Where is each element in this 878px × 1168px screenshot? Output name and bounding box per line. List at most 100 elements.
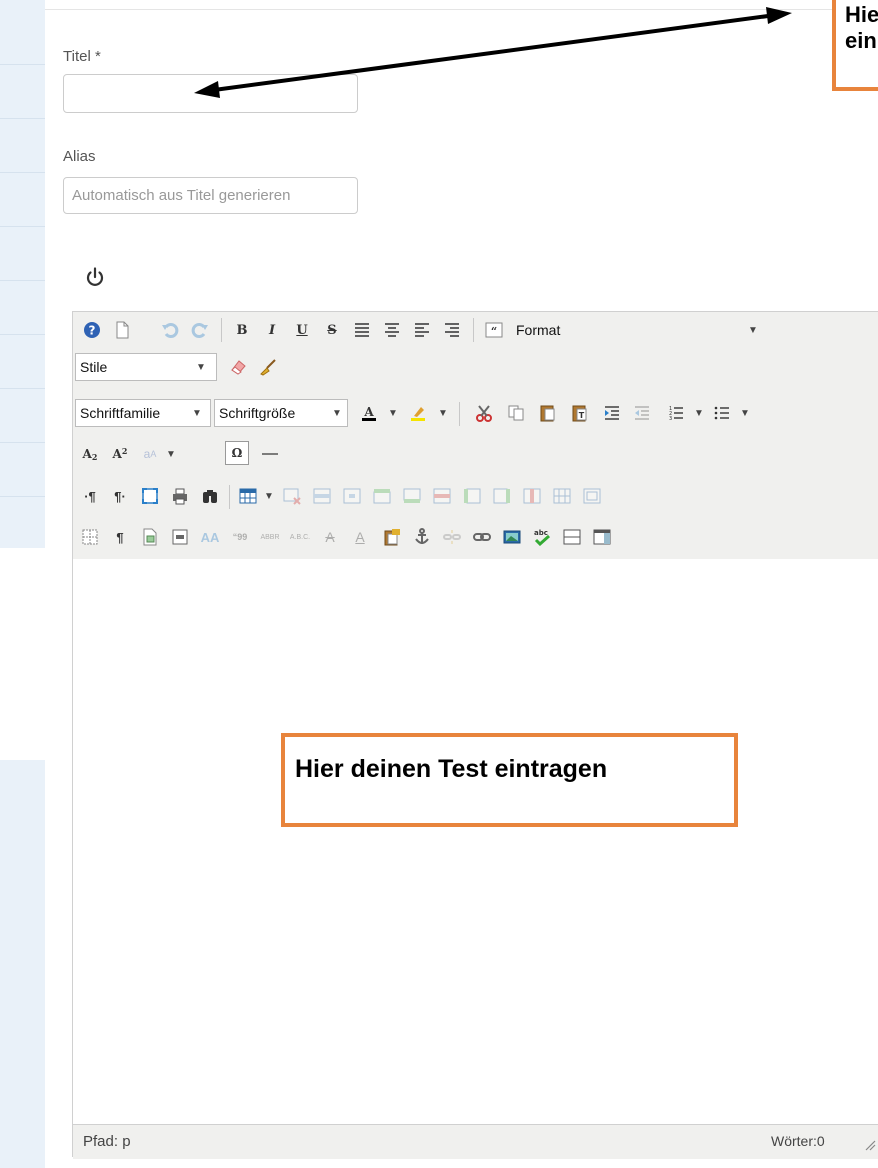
abbreviation-icon[interactable]: ABBR [257,524,283,550]
undo-icon[interactable] [157,317,183,343]
cite-icon[interactable]: “99 [227,524,253,550]
resize-handle-icon[interactable] [864,1139,876,1151]
broom-icon[interactable] [255,354,281,380]
insert-row-before-icon[interactable] [369,483,395,509]
fullscreen-icon[interactable] [137,483,163,509]
callout-content-hint: Hier deinen Test eintragen [281,733,738,827]
align-left-icon[interactable] [409,317,435,343]
insert-table-icon[interactable] [235,483,261,509]
styles-select-label: Stile [80,359,108,375]
insert-table-arrow-icon[interactable]: ▼ [261,483,277,509]
new-document-icon[interactable] [109,317,135,343]
cut-icon[interactable] [471,400,497,426]
eraser-icon[interactable] [225,354,251,380]
outdent-icon[interactable] [629,400,655,426]
editor-status-bar: Pfad: p Wörter:0 [73,1124,878,1159]
template-icon[interactable] [137,524,163,550]
editor-content-area[interactable] [73,559,878,1124]
delete-col-icon[interactable] [519,483,545,509]
svg-text:abc: abc [534,529,548,537]
horizontal-layout-icon[interactable] [559,524,585,550]
title-input[interactable] [63,74,358,113]
delete-table-icon[interactable] [279,483,305,509]
spellcheck-icon[interactable]: abc [529,524,555,550]
ordered-list-icon[interactable]: 123 [663,400,689,426]
delete-row-icon[interactable] [429,483,455,509]
align-right-icon[interactable] [439,317,465,343]
callout-title-hint: Hie ein [832,0,878,91]
help-icon[interactable]: ? [79,317,105,343]
format-select[interactable]: Format [511,316,643,344]
bold-icon[interactable]: B [229,317,255,343]
paste-icon[interactable] [535,400,561,426]
title-label: Titel * [63,48,101,65]
link-icon[interactable] [469,524,495,550]
ordered-list-arrow-icon[interactable]: ▼ [691,400,707,426]
insertion-icon[interactable]: A [347,524,373,550]
clipboard-icon[interactable] [379,524,405,550]
rtl-direction-icon[interactable]: ¶· [107,483,133,509]
font-size-dropdown-arrow-icon[interactable]: ▼ [329,400,345,426]
align-center-icon[interactable] [379,317,405,343]
table-cell-props-icon[interactable] [339,483,365,509]
visual-aid-icon[interactable] [77,524,103,550]
print-icon[interactable] [167,483,193,509]
subscript-icon[interactable]: A2 [77,441,103,467]
split-cells-icon[interactable] [549,483,575,509]
svg-text:A: A [363,405,374,419]
callout-content-hint-text: Hier deinen Test eintragen [295,755,608,783]
font-styles-icon[interactable]: AA [197,524,223,550]
font-size-select[interactable]: Schriftgröße [214,399,348,427]
layout-sidebar-icon[interactable] [589,524,615,550]
ltr-direction-icon[interactable]: ·¶ [77,483,103,509]
unlink-icon[interactable] [439,524,465,550]
path-indicator: Pfad: p [83,1133,131,1150]
insert-image-icon[interactable] [499,524,525,550]
redo-icon[interactable] [187,317,213,343]
underline-icon[interactable]: U [289,317,315,343]
format-select-label: Format [516,322,561,338]
font-family-select-label: Schriftfamilie [80,405,161,421]
svg-text:T: T [579,411,585,420]
blockquote-icon[interactable]: “ [481,317,507,343]
editor-toggle-power-icon[interactable] [84,266,106,288]
unordered-list-arrow-icon[interactable]: ▼ [737,400,753,426]
svg-text:?: ? [89,324,96,338]
show-blocks-icon[interactable]: ¶ [107,524,133,550]
merge-cells-icon[interactable] [579,483,605,509]
horizontal-rule-icon[interactable] [257,441,283,467]
format-dropdown-arrow-icon[interactable]: ▼ [745,317,761,343]
text-color-icon[interactable]: A [356,400,382,426]
italic-icon[interactable]: I [259,317,285,343]
font-family-dropdown-arrow-icon[interactable]: ▼ [189,400,205,426]
anchor-icon[interactable] [409,524,435,550]
top-divider [45,9,878,10]
text-color-arrow-icon[interactable]: ▼ [385,400,401,426]
insert-col-before-icon[interactable] [459,483,485,509]
sidebar [0,0,45,1168]
insert-col-after-icon[interactable] [489,483,515,509]
alias-input[interactable] [63,177,358,214]
unordered-list-icon[interactable] [709,400,735,426]
insert-row-after-icon[interactable] [399,483,425,509]
change-case-icon[interactable]: aA [137,441,163,467]
table-row-props-icon[interactable] [309,483,335,509]
highlight-color-icon[interactable] [405,400,431,426]
find-replace-icon[interactable] [197,483,223,509]
deletion-icon[interactable]: A [317,524,343,550]
callout-title-hint-line1: Hie [845,2,878,27]
acronym-icon[interactable]: A.B.C. [287,524,313,550]
paste-text-icon[interactable]: T [567,400,593,426]
special-character-icon[interactable]: Ω [225,441,249,465]
change-case-arrow-icon[interactable]: ▼ [163,441,179,467]
align-justify-icon[interactable] [349,317,375,343]
word-count: Wörter:0 [771,1133,825,1149]
page-break-icon[interactable] [167,524,193,550]
indent-icon[interactable] [599,400,625,426]
highlight-color-arrow-icon[interactable]: ▼ [435,400,451,426]
copy-icon[interactable] [503,400,529,426]
superscript-icon[interactable]: A2 [107,441,133,467]
font-size-select-label: Schriftgröße [219,405,296,421]
strikethrough-icon[interactable]: S [319,317,345,343]
styles-dropdown-arrow-icon[interactable]: ▼ [193,354,209,380]
